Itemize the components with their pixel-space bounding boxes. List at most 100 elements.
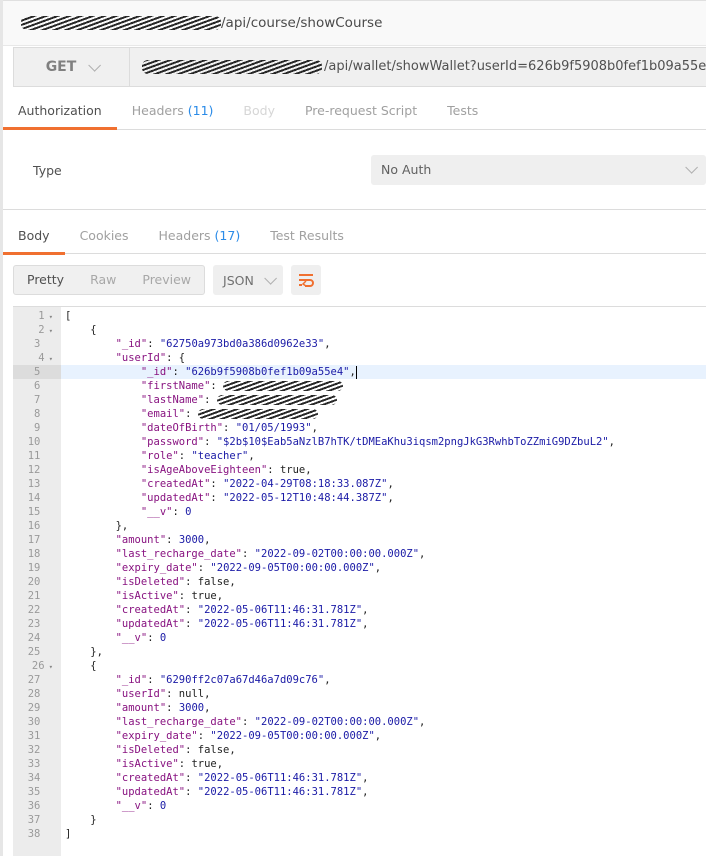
json-punctuation: : (185, 772, 198, 784)
auth-type-label: Type (33, 163, 62, 178)
json-key: "amount" (115, 702, 167, 714)
request-tab-tests[interactable]: Tests (432, 95, 493, 129)
response-tab-body[interactable]: Body (3, 220, 65, 255)
response-tab-test-results[interactable]: Test Results (255, 220, 359, 254)
line-number: 7 (34, 394, 41, 406)
json-value: 0 (185, 506, 192, 518)
json-key: "last_recharge_date" (115, 548, 243, 560)
auth-type-value: No Auth (381, 162, 432, 177)
code-text: ] (65, 827, 71, 841)
code-text: "isDeleted": false, (65, 743, 236, 757)
json-value: 3000 (178, 534, 205, 546)
code-line: 1 ▾ [ (13, 309, 706, 323)
url-input[interactable]: /api/wallet/showWallet?userId=626b9f5908… (142, 59, 706, 74)
line-number[interactable]: 4 ▾ (13, 351, 61, 365)
request-tab-pre-request-script[interactable]: Pre-request Script (290, 95, 432, 129)
json-punctuation: , (387, 478, 394, 490)
response-body-editor[interactable]: 1 ▾ [2 ▾ {3 "_id": "62750a973bd0a386d0962… (13, 306, 706, 856)
json-punctuation: : (185, 604, 198, 616)
line-number: 25 (27, 646, 41, 658)
code-text: "last_recharge_date": "2022-09-02T00:00:… (65, 715, 426, 729)
json-key: "expiry_date" (115, 562, 198, 574)
line-number[interactable]: 26 ▾ (13, 659, 61, 673)
code-line: 37 } (13, 813, 706, 827)
code-text: "userId": { (65, 351, 186, 365)
request-tab-headers[interactable]: Headers (11) (117, 95, 229, 129)
code-line: 2 ▾ { (13, 323, 706, 337)
json-punctuation: : (166, 534, 179, 546)
json-punctuation: { (90, 324, 97, 336)
json-punctuation: , (374, 730, 382, 742)
json-key: "__v" (140, 506, 173, 518)
json-punctuation: : (147, 800, 160, 812)
code-line: 24 "__v": 0 (13, 631, 706, 645)
redacted-value (223, 381, 344, 391)
wrap-lines-icon (298, 274, 314, 287)
request-tab-body: Body (228, 95, 290, 129)
response-tab-headers[interactable]: Headers (17) (144, 220, 256, 254)
auth-type-select[interactable]: No Auth (371, 155, 706, 185)
code-text: "createdAt": "2022-05-06T11:46:31.781Z", (65, 603, 369, 617)
json-punctuation: : true, (267, 464, 312, 476)
line-number: 28 (27, 688, 41, 700)
line-number: 17 (27, 534, 41, 546)
json-key: "last_recharge_date" (115, 716, 243, 728)
fold-toggle-icon[interactable]: ▾ (45, 355, 53, 363)
line-number: 8 (34, 408, 41, 420)
fold-toggle-icon[interactable]: ▾ (45, 313, 53, 321)
json-punctuation: , (419, 548, 426, 560)
line-number: 22 (27, 604, 41, 616)
view-mode-group: Pretty Raw Preview (13, 265, 206, 295)
code-line: 32 "isDeleted": false, (13, 743, 706, 757)
view-mode-preview[interactable]: Preview (129, 266, 204, 294)
line-number: 30 (27, 716, 41, 728)
json-punctuation: : (172, 366, 186, 378)
format-value: JSON (223, 272, 254, 288)
json-key: "createdAt" (140, 478, 211, 490)
response-tab-cookies[interactable]: Cookies (65, 220, 144, 254)
code-line: 10 "password": "$2b$10$Eab5aNzlB7hTK/tDM… (13, 435, 706, 449)
code-line: 28 "userId": null, (13, 687, 706, 701)
json-punctuation: : (204, 436, 217, 448)
code-text: "role": "teacher", (65, 449, 255, 463)
response-toolbar: Pretty Raw Preview JSON (13, 265, 321, 295)
code-line: 38 ] (13, 827, 706, 841)
view-mode-raw[interactable]: Raw (77, 266, 129, 294)
view-mode-pretty[interactable]: Pretty (14, 266, 77, 294)
json-punctuation: , (419, 716, 426, 728)
code-line: 8 "email": (13, 407, 706, 421)
fold-toggle-icon[interactable]: ▾ (45, 663, 53, 671)
json-punctuation: : true, (178, 758, 224, 770)
code-line: 31 "expiry_date": "2022-09-05T00:00:00.0… (13, 729, 706, 743)
code-text: "_id": "6290ff2c07a67d46a7d09c76", (65, 673, 331, 687)
line-number: 18 (27, 548, 41, 560)
format-select[interactable]: JSON (213, 265, 283, 295)
line-number[interactable]: 1 ▾ (13, 309, 61, 323)
request-tab-authorization[interactable]: Authorization (3, 95, 117, 130)
json-value: 0 (159, 632, 167, 644)
code-text: "lastName": (65, 393, 337, 407)
code-text: "updatedAt": "2022-05-12T10:48:44.387Z", (65, 491, 394, 505)
code-text: "email": (65, 407, 318, 421)
json-punctuation: : (223, 422, 236, 434)
json-punctuation: , (324, 338, 331, 350)
json-value: "teacher" (191, 450, 249, 462)
json-value: 0 (159, 800, 167, 812)
code-line: 11 "role": "teacher", (13, 449, 706, 463)
json-value: "$2b$10$Eab5aNzlB7hTK/tDMEaKhu3iqsm2pngJ… (216, 436, 609, 448)
tab-label: Test Results (270, 228, 344, 243)
json-punctuation: : (147, 674, 160, 686)
method-label: GET (45, 59, 77, 75)
code-line: 16 }, (13, 519, 706, 533)
wrap-lines-button[interactable] (290, 265, 321, 295)
json-punctuation: : (242, 548, 255, 560)
fold-toggle-icon[interactable]: ▾ (45, 327, 53, 335)
line-number[interactable]: 2 ▾ (13, 323, 61, 337)
line-number: 19 (27, 562, 41, 574)
code-text: "firstName": (65, 379, 344, 393)
line-number: 29 (27, 702, 41, 714)
request-title[interactable]: /api/course/showCourse (21, 15, 382, 31)
json-value: "2022-05-12T10:48:44.387Z" (223, 492, 388, 504)
method-dropdown[interactable]: GET (14, 48, 130, 86)
json-punctuation: : (197, 562, 211, 574)
